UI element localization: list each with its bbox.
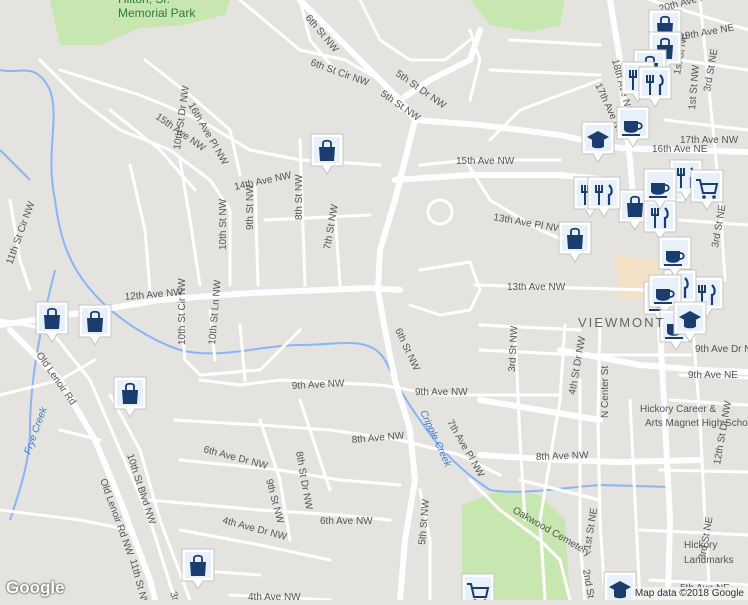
street-label: 10th St NW bbox=[218, 198, 229, 250]
street-label: N Center St bbox=[600, 366, 611, 418]
marker-grocery[interactable] bbox=[462, 574, 494, 600]
place-label: Hickory Career & bbox=[640, 404, 716, 415]
street-label: 8th Ave NW bbox=[536, 450, 590, 463]
map-svg[interactable]: 6th St NW6th St Cir NW5th St Dr NW5th St… bbox=[0, 0, 748, 600]
place-label: Arts Magnet High School bbox=[645, 418, 748, 429]
place-label: Hickory bbox=[684, 540, 717, 551]
street-label: 15th Ave NW bbox=[456, 156, 515, 167]
place-label: Landmarks bbox=[684, 555, 733, 566]
park-label-line2: Memorial Park bbox=[118, 6, 196, 20]
street-label: 9th Ave NE bbox=[688, 370, 738, 381]
street-label: 8th St NW bbox=[294, 174, 305, 220]
neighborhood-label: VIEWMONT bbox=[578, 315, 666, 330]
street-label: 17th Ave NW bbox=[680, 135, 739, 146]
google-logo[interactable]: Google bbox=[6, 578, 65, 598]
street-label: 9th Ave NW bbox=[415, 387, 468, 398]
street-label: 10th St Cir NW bbox=[177, 278, 188, 345]
street-label: 4th Ave NW bbox=[248, 592, 301, 600]
street-label: 13th Ave NW bbox=[507, 282, 566, 293]
map-canvas[interactable]: 6th St NW6th St Cir NW5th St Dr NW5th St… bbox=[0, 0, 748, 600]
street-label: 6th Ave NW bbox=[320, 516, 373, 527]
map-attribution[interactable]: Map data ©2018 Google bbox=[631, 587, 748, 600]
street-label: 9th St NW bbox=[245, 184, 256, 230]
street-label: 9th Ave Dr NE bbox=[695, 344, 748, 355]
